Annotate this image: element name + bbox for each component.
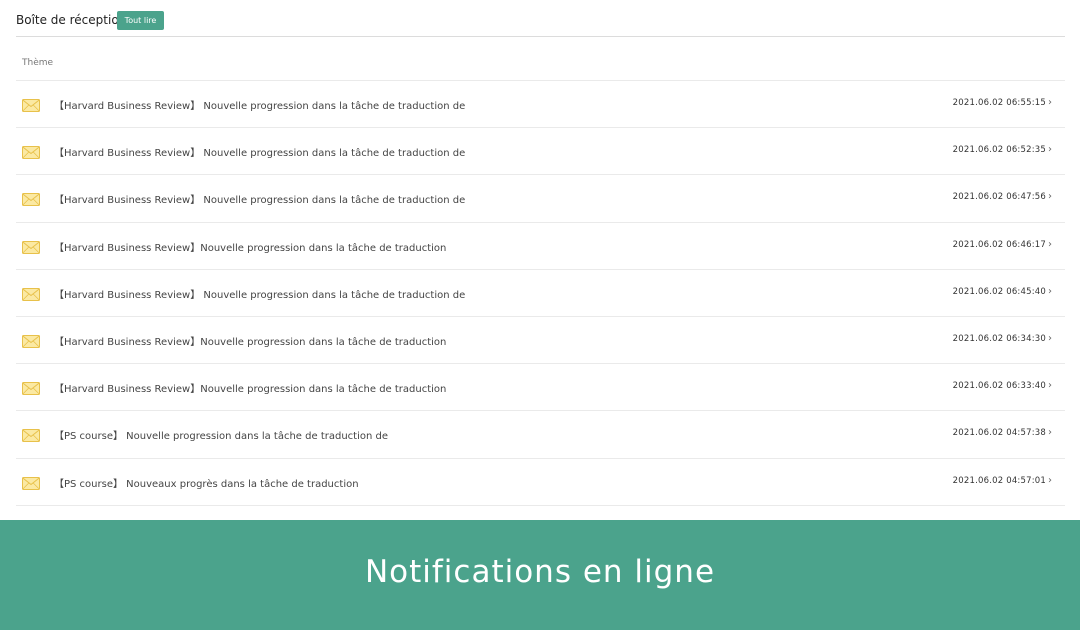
message-subject: 【Harvard Business Review】Nouvelle progre… <box>54 242 447 254</box>
message-row[interactable]: 【Harvard Business Review】Nouvelle progre… <box>16 223 1065 270</box>
message-subject: 【Harvard Business Review】 Nouvelle progr… <box>54 195 466 207</box>
message-row[interactable]: 【Harvard Business Review】 Nouvelle progr… <box>16 175 1065 223</box>
message-date: 2021.06.02 04:57:01 <box>952 475 1046 486</box>
envelope-icon <box>22 239 40 254</box>
envelope-icon <box>22 475 40 490</box>
message-subject: 【PS course】 Nouveaux progrès dans la tâc… <box>54 478 359 490</box>
chevron-right-icon[interactable]: › <box>1048 97 1052 108</box>
message-subject: 【Harvard Business Review】Nouvelle progre… <box>54 384 447 396</box>
envelope-icon <box>22 333 40 348</box>
message-row[interactable]: 【PS course】 Nouvelle progression dans la… <box>16 411 1065 459</box>
message-date: 2021.06.02 06:46:17 <box>952 239 1046 250</box>
message-row[interactable]: 【Harvard Business Review】 Nouvelle progr… <box>16 81 1065 129</box>
message-date: 2021.06.02 06:34:30 <box>952 333 1046 344</box>
message-subject: 【Harvard Business Review】 Nouvelle progr… <box>54 289 466 301</box>
message-row[interactable]: 【Harvard Business Review】Nouvelle progre… <box>16 364 1065 412</box>
envelope-icon <box>22 286 40 301</box>
column-header-subject: Thème <box>22 58 54 68</box>
envelope-icon <box>22 191 40 207</box>
envelope-icon <box>22 144 40 160</box>
chevron-right-icon[interactable]: › <box>1048 475 1052 486</box>
message-row[interactable]: 【PS course】 Nouveaux progrès dans la tâc… <box>16 459 1065 506</box>
chevron-right-icon[interactable]: › <box>1048 286 1052 297</box>
page-title: Boîte de réception <box>16 13 127 27</box>
message-subject: 【PS course】 Nouvelle progression dans la… <box>54 431 388 443</box>
chevron-right-icon[interactable]: › <box>1048 144 1052 155</box>
message-row[interactable]: 【Harvard Business Review】 Nouvelle progr… <box>16 128 1065 176</box>
chevron-right-icon[interactable]: › <box>1048 239 1052 250</box>
message-row[interactable]: 【Harvard Business Review】Nouvelle progre… <box>16 317 1065 365</box>
page: Boîte de réception Tout lire Thème 【Harv… <box>0 0 1080 630</box>
notifications-banner: Notifications en ligne <box>0 520 1080 630</box>
envelope-icon <box>22 380 40 396</box>
chevron-right-icon[interactable]: › <box>1048 427 1052 438</box>
message-date: 2021.06.02 04:57:38 <box>952 428 1046 439</box>
message-row[interactable]: 【Harvard Business Review】 Nouvelle progr… <box>16 270 1065 317</box>
message-list: 【Harvard Business Review】 Nouvelle progr… <box>16 80 1065 506</box>
message-date: 2021.06.02 06:55:15 <box>952 98 1046 108</box>
chevron-right-icon[interactable]: › <box>1048 380 1052 391</box>
envelope-icon <box>22 97 40 112</box>
message-date: 2021.06.02 06:45:40 <box>952 286 1046 297</box>
envelope-icon <box>22 427 40 443</box>
message-date: 2021.06.02 06:33:40 <box>952 381 1046 392</box>
banner-title: Notifications en ligne <box>364 554 716 590</box>
chevron-right-icon[interactable]: › <box>1048 333 1052 344</box>
message-date: 2021.06.02 06:52:35 <box>952 145 1046 156</box>
message-subject: 【Harvard Business Review】 Nouvelle progr… <box>54 148 466 160</box>
message-subject: 【Harvard Business Review】Nouvelle progre… <box>54 336 447 348</box>
message-date: 2021.06.02 06:47:56 <box>952 192 1046 203</box>
chevron-right-icon[interactable]: › <box>1048 191 1052 202</box>
read-all-button[interactable]: Tout lire <box>117 11 164 30</box>
inbox-header: Boîte de réception Tout lire <box>16 0 1065 37</box>
message-subject: 【Harvard Business Review】 Nouvelle progr… <box>54 101 466 112</box>
